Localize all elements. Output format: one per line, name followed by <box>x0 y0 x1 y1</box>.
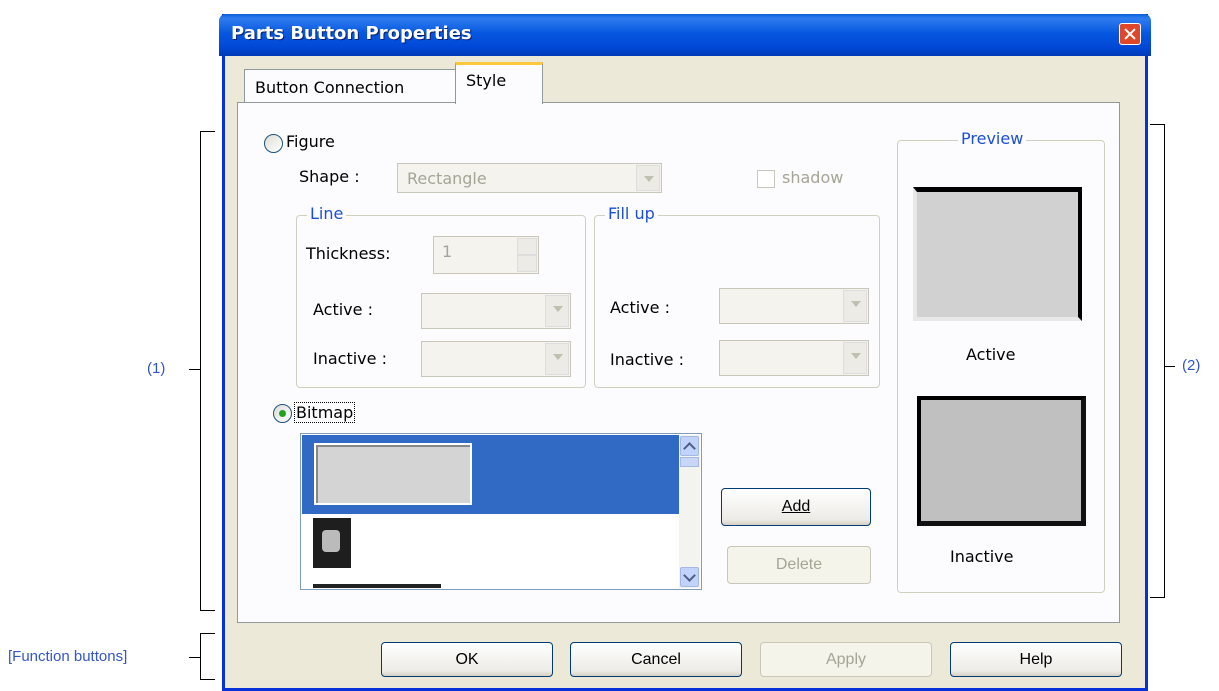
scroll-down-icon[interactable] <box>680 567 699 587</box>
preview-active-label: Active <box>966 345 1016 364</box>
fill-inactive-label: Inactive : <box>610 350 684 369</box>
title-bar[interactable]: Parts Button Properties <box>219 14 1151 56</box>
scroll-thumb[interactable] <box>680 457 699 467</box>
preview-inactive-label: Inactive <box>950 547 1014 566</box>
line-group-title: Line <box>307 204 347 223</box>
bitmap-radio[interactable] <box>273 404 292 423</box>
shadow-checkbox[interactable] <box>757 170 775 188</box>
preview-active-box <box>913 187 1082 321</box>
bracket-left-1 <box>200 131 215 611</box>
delete-label: Delete <box>775 556 823 573</box>
fill-inactive-combo[interactable] <box>719 340 869 376</box>
bracket-function-tick <box>189 657 200 658</box>
bracket-function-buttons <box>200 633 215 680</box>
fill-active-combo[interactable] <box>719 288 869 324</box>
bracket-left-1-tick <box>189 369 200 370</box>
close-icon[interactable] <box>1119 23 1141 45</box>
cancel-button[interactable]: Cancel <box>570 642 742 677</box>
annotation-1: (1) <box>147 360 166 377</box>
chevron-down-icon[interactable] <box>636 165 660 191</box>
line-active-combo[interactable] <box>421 293 571 329</box>
spinner-up-icon[interactable] <box>517 238 537 255</box>
ok-button[interactable]: OK <box>381 642 553 677</box>
chevron-down-icon[interactable] <box>545 343 569 375</box>
fill-group-title: Fill up <box>605 204 658 223</box>
chevron-down-icon[interactable] <box>545 295 569 327</box>
figure-radio-label: Figure <box>286 132 335 151</box>
apply-button[interactable]: Apply <box>760 642 932 677</box>
help-button[interactable]: Help <box>950 642 1122 677</box>
thickness-label: Thickness: <box>306 244 391 263</box>
scroll-up-icon[interactable] <box>680 436 699 456</box>
list-item-partial <box>313 584 441 588</box>
bracket-right-2 <box>1150 124 1165 598</box>
shape-combo[interactable]: Rectangle <box>397 163 662 193</box>
apply-label: Apply <box>825 651 867 668</box>
spinner-down-icon[interactable] <box>517 255 537 272</box>
dialog-title: Parts Button Properties <box>231 23 472 44</box>
figure-radio[interactable] <box>264 134 283 153</box>
delete-button[interactable]: Delete <box>727 546 871 584</box>
add-button[interactable]: Add <box>721 488 871 526</box>
line-inactive-combo[interactable] <box>421 341 571 377</box>
shadow-label: shadow <box>782 168 844 187</box>
radio-selected-dot <box>279 410 286 417</box>
bitmap-thumbnail-icon <box>313 518 351 568</box>
shape-value: Rectangle <box>407 169 487 188</box>
tab-button-connection[interactable]: Button Connection <box>244 69 456 103</box>
chevron-down-icon[interactable] <box>843 342 867 374</box>
line-inactive-label: Inactive : <box>313 349 387 368</box>
add-label: Add <box>781 498 811 515</box>
bitmap-thumbnail <box>314 443 472 505</box>
fill-active-label: Active : <box>610 298 670 317</box>
thickness-spinner[interactable]: 1 <box>433 236 539 274</box>
tab-style[interactable]: Style <box>455 62 543 104</box>
chevron-down-icon[interactable] <box>843 290 867 322</box>
line-active-label: Active : <box>313 300 373 319</box>
bitmap-radio-label: Bitmap <box>294 402 356 423</box>
bitmap-list[interactable] <box>300 433 702 590</box>
bracket-right-2-tick <box>1164 366 1175 367</box>
preview-inactive-box <box>917 396 1086 526</box>
shape-label: Shape : <box>299 167 360 186</box>
list-item[interactable] <box>302 435 680 514</box>
annotation-function-buttons: [Function buttons] <box>8 648 128 665</box>
thickness-value: 1 <box>442 242 453 261</box>
list-item[interactable] <box>302 514 680 584</box>
list-scrollbar[interactable] <box>679 435 700 588</box>
annotation-2: (2) <box>1182 357 1201 374</box>
preview-group-title: Preview <box>958 129 1027 148</box>
